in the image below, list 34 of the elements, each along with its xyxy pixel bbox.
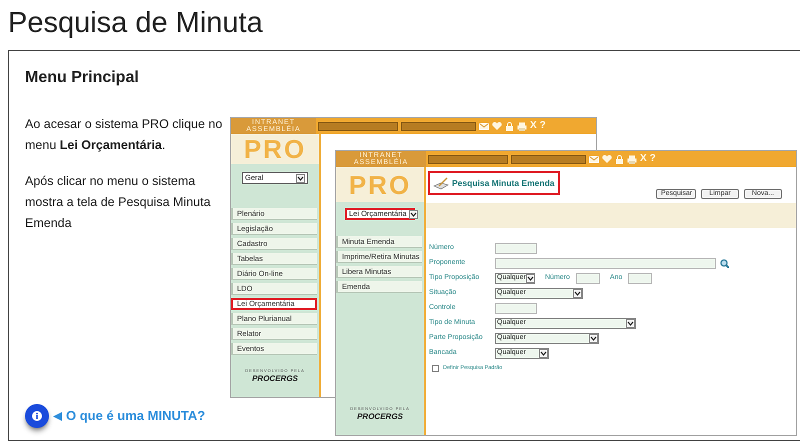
caret-icon [539,348,548,358]
lock-icon [615,154,624,164]
pro-logo: PRO [244,136,306,162]
section-heading: Menu Principal [25,68,140,88]
caret-icon [589,334,598,342]
form-title: Pesquisa Minuta Emenda [428,171,560,195]
printer-icon [627,154,637,164]
pro-logo: PRO [348,172,412,198]
procergs-logo: PROCERGS [357,412,403,421]
heart-icon [492,122,502,130]
caret-icon [408,210,418,218]
info-glyph-icon [32,411,42,421]
text-input[interactable] [495,302,537,314]
text-input[interactable] [576,272,600,284]
lock-icon [505,122,514,130]
caret-icon [296,174,305,182]
mail-icon [589,154,599,164]
caret-icon [526,274,535,282]
mail-icon [479,122,489,130]
caret-icon [626,318,635,328]
paragraph: Após clicar no menu o sistema mostra a tela de Pesquisa Minuta Emenda [25,173,212,232]
arrow-left-icon [53,412,62,420]
text-input[interactable] [628,272,652,284]
pencil-paper-icon [433,176,449,190]
text-input[interactable] [495,242,537,254]
paragraph: Ao acesar o sistema PRO clique no menu Lei Orçamentária. [25,116,224,154]
caret-icon [573,288,582,298]
heart-icon [602,154,612,164]
search-icon [720,258,729,268]
checkbox[interactable] [432,364,439,372]
printer-icon [517,122,527,130]
page-title: Pesquisa de Minuta [8,6,263,41]
text-input[interactable] [495,258,716,268]
procergs-logo: PROCERGS [252,374,298,383]
